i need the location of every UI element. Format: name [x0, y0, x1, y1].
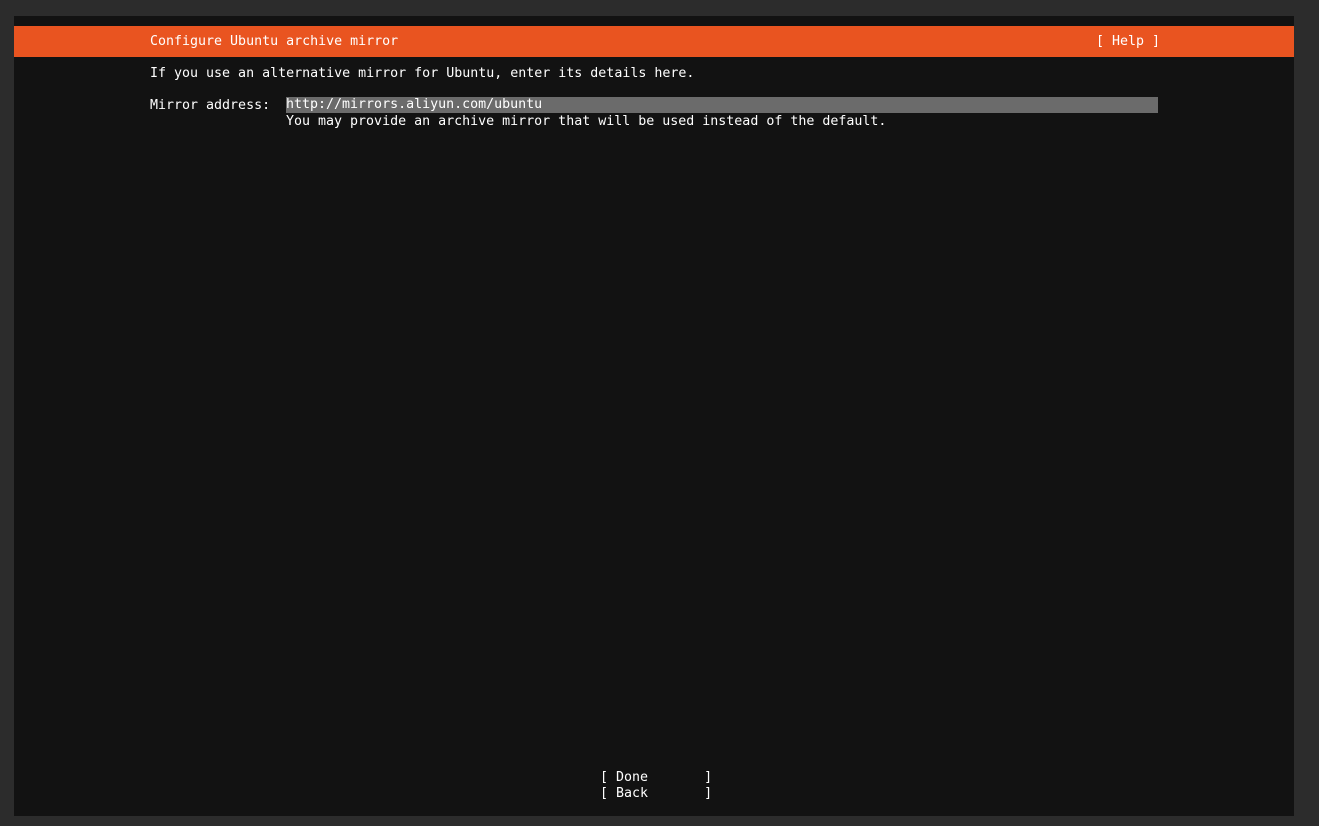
help-button[interactable]: [ Help ]: [1096, 26, 1160, 57]
mirror-address-input[interactable]: http://mirrors.aliyun.com/ubuntu: [286, 97, 1158, 113]
mirror-address-hint: You may provide an archive mirror that w…: [286, 114, 887, 129]
done-button[interactable]: [ Done ]: [600, 770, 712, 786]
back-button[interactable]: [ Back ]: [600, 786, 712, 802]
mirror-address-label: Mirror address:: [150, 98, 271, 113]
installer-screen: Configure Ubuntu archive mirror [ Help ]…: [14, 16, 1294, 816]
title-bar: Configure Ubuntu archive mirror [ Help ]: [14, 26, 1294, 57]
page-title: Configure Ubuntu archive mirror: [150, 34, 399, 49]
intro-text: If you use an alternative mirror for Ubu…: [150, 66, 695, 81]
